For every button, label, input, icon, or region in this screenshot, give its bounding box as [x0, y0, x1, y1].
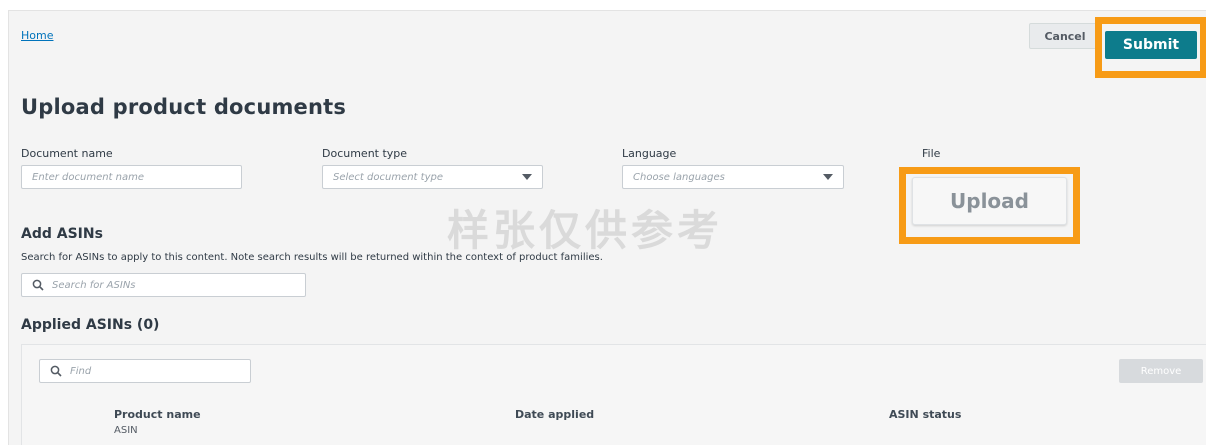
asin-search-input[interactable]: Search for ASINs [21, 273, 306, 297]
page-title: Upload product documents [21, 95, 347, 119]
remove-button[interactable]: Remove [1119, 359, 1203, 383]
document-name-field[interactable]: Enter document name [21, 165, 242, 189]
watermark-text: 样张仅供参考 [447, 206, 724, 255]
column-header-asin-status[interactable]: ASIN status [889, 408, 961, 421]
chevron-down-icon [823, 174, 833, 180]
language-placeholder: Choose languages [633, 171, 725, 183]
column-header-date-applied[interactable]: Date applied [515, 408, 594, 421]
submit-button[interactable]: Submit [1105, 31, 1197, 59]
add-asins-helper-text: Search for ASINs to apply to this conten… [21, 252, 603, 263]
file-label: File [922, 147, 941, 160]
chevron-down-icon [522, 174, 532, 180]
column-subheader-asin: ASIN [114, 425, 138, 436]
document-type-select[interactable]: Select document type [322, 165, 543, 189]
upload-button[interactable]: Upload [912, 177, 1067, 225]
column-header-product-name[interactable]: Product name [114, 408, 201, 421]
find-placeholder: Find [70, 365, 92, 377]
breadcrumb-home-link[interactable]: Home [21, 29, 53, 42]
search-icon [32, 279, 44, 291]
document-type-label: Document type [322, 147, 408, 160]
language-select[interactable]: Choose languages [622, 165, 844, 189]
find-input[interactable]: Find [39, 359, 251, 383]
search-icon [50, 365, 62, 377]
page-container: Home Cancel Submit Upload product docume… [8, 10, 1206, 445]
document-name-label: Document name [21, 147, 113, 160]
add-asins-heading: Add ASINs [21, 226, 103, 242]
language-label: Language [622, 147, 677, 160]
document-type-placeholder: Select document type [333, 171, 443, 183]
cancel-button[interactable]: Cancel [1029, 23, 1101, 49]
asin-search-placeholder: Search for ASINs [52, 279, 136, 291]
applied-asins-heading: Applied ASINs (0) [21, 317, 160, 333]
